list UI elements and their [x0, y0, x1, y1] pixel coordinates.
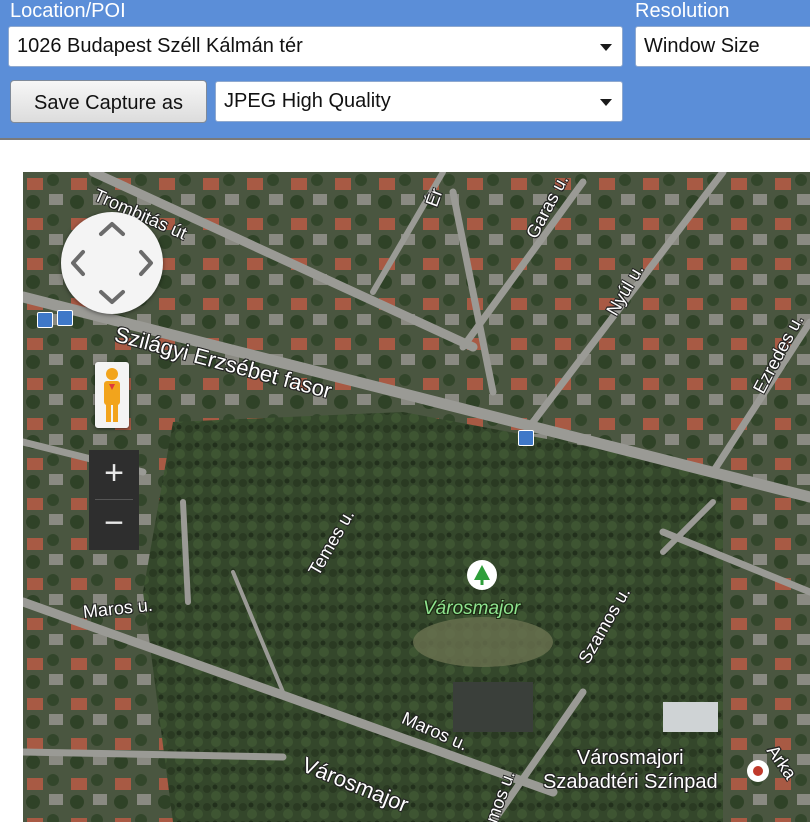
street-view-pegman-icon[interactable] [95, 362, 129, 428]
format-value: JPEG High Quality [224, 90, 391, 112]
pan-up-icon [99, 222, 125, 236]
poi-label-theatre[interactable]: Városmajori Szabadtéri Színpad [543, 746, 718, 794]
bus-stop-icon[interactable] [37, 312, 53, 328]
location-dropdown-arrow-icon[interactable] [600, 44, 612, 51]
pan-right-icon [139, 250, 153, 276]
park-label[interactable]: Városmajor [423, 598, 520, 620]
poi-line-1: Városmajori [576, 747, 684, 769]
bus-stop-icon[interactable] [518, 430, 534, 446]
poi-line-2: Szabadtéri Színpad [543, 771, 718, 793]
pan-control[interactable] [61, 212, 163, 314]
toolbar-separator [0, 138, 810, 140]
pan-left-icon [71, 250, 85, 276]
zoom-out-button[interactable]: − [89, 500, 139, 549]
format-dropdown-arrow-icon[interactable] [600, 99, 612, 106]
location-value: 1026 Budapest Széll Kálmán tér [17, 35, 303, 57]
theatre-icon[interactable] [747, 760, 769, 782]
location-label: Location/POI [10, 0, 126, 22]
zoom-in-button[interactable]: + [89, 450, 139, 499]
save-capture-button-label: Save Capture as [34, 92, 183, 114]
resolution-value: Window Size [644, 35, 760, 57]
toolbar: Location/POI Resolution 1026 Budapest Sz… [0, 0, 810, 138]
location-combobox[interactable]: 1026 Budapest Széll Kálmán tér [8, 26, 623, 67]
resolution-label: Resolution [635, 0, 730, 22]
park-tree-icon[interactable] [467, 560, 497, 590]
pan-down-icon [99, 290, 125, 304]
save-capture-button[interactable]: Save Capture as [10, 80, 207, 123]
resolution-combobox[interactable]: Window Size [635, 26, 810, 67]
satellite-map[interactable]: Trombitás út Szilágyi Erzsébet fasor Gar… [23, 172, 810, 822]
zoom-control: + − [89, 450, 139, 550]
format-combobox[interactable]: JPEG High Quality [215, 81, 623, 122]
